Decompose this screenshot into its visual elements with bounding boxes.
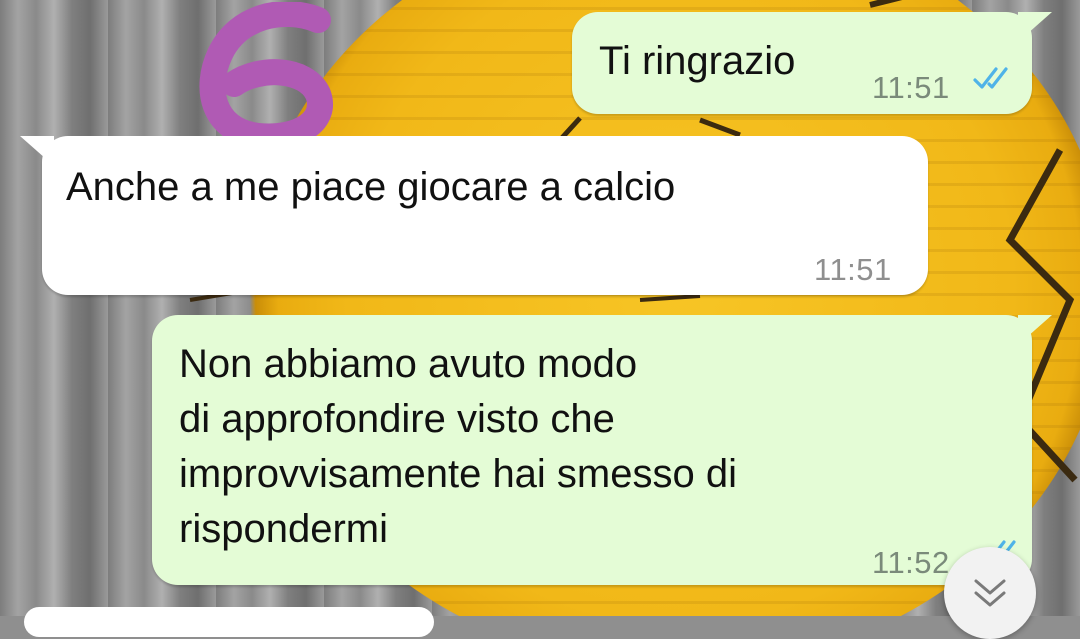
bubble-tail [1018,12,1052,42]
message-time: 11:51 [814,252,892,287]
message-bubble-outgoing[interactable]: Ti ringrazio 11:51 [572,12,1052,114]
message-bubble-outgoing[interactable]: Non abbiamo avuto modo di approfondire v… [152,315,1052,585]
message-time: 11:52 [872,545,950,580]
message-bubble-incoming-partial[interactable] [24,607,434,637]
scroll-to-bottom-button[interactable] [944,547,1036,639]
message-text: Ti ringrazio [599,39,796,83]
handwritten-six-annotation [199,2,333,150]
bubble-tail [1018,315,1052,345]
message-time: 11:51 [872,70,950,105]
message-bubble-incoming[interactable]: Anche a me piace giocare a calcio 11:51 [20,136,928,295]
double-chevron-down-icon [974,579,1006,607]
message-text: Non abbiamo avuto modo di approfondire v… [179,342,737,551]
message-text: Anche a me piace giocare a calcio [66,165,676,209]
bubble-tail [20,136,54,166]
double-check-icon [973,67,1008,89]
